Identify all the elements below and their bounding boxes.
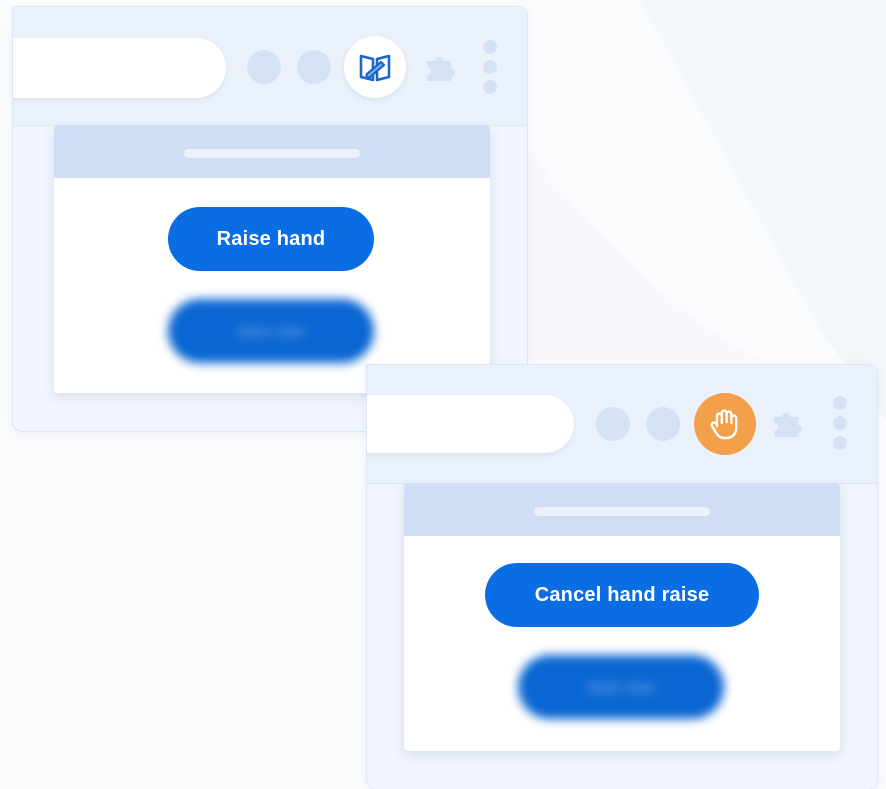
address-bar[interactable] [13,38,226,98]
puzzle-icon[interactable] [423,51,457,85]
popup-header [54,125,490,178]
puzzle-icon[interactable] [770,407,804,441]
extension-button-hand-raised[interactable] [694,393,756,455]
more-menu-icon[interactable] [483,40,499,100]
raise-hand-button[interactable]: Raise hand [168,207,374,271]
extension-button[interactable] [344,36,406,98]
book-pen-icon [359,54,391,82]
browser-toolbar [367,365,877,484]
address-bar[interactable] [367,395,574,453]
extension-popup: Raise hand Start chat [54,125,490,393]
toolbar-placeholder-button[interactable] [297,50,331,84]
browser-toolbar [13,7,527,126]
illustration-scene: Raise hand Start chat Cancel hand raise … [0,0,886,789]
popup-header [404,483,840,536]
raised-hand-icon [710,409,738,440]
browser-window-after: Cancel hand raise Start chat [366,364,878,789]
popup-header-placeholder [534,507,710,516]
cancel-hand-raise-button[interactable]: Cancel hand raise [485,563,759,627]
extension-popup: Cancel hand raise Start chat [404,483,840,751]
toolbar-placeholder-button[interactable] [596,407,630,441]
toolbar-placeholder-button[interactable] [646,407,680,441]
start-chat-button[interactable]: Start chat [168,299,374,363]
more-menu-icon[interactable] [833,396,849,456]
toolbar-placeholder-button[interactable] [247,50,281,84]
popup-header-placeholder [184,149,360,158]
start-chat-button[interactable]: Start chat [518,655,724,719]
